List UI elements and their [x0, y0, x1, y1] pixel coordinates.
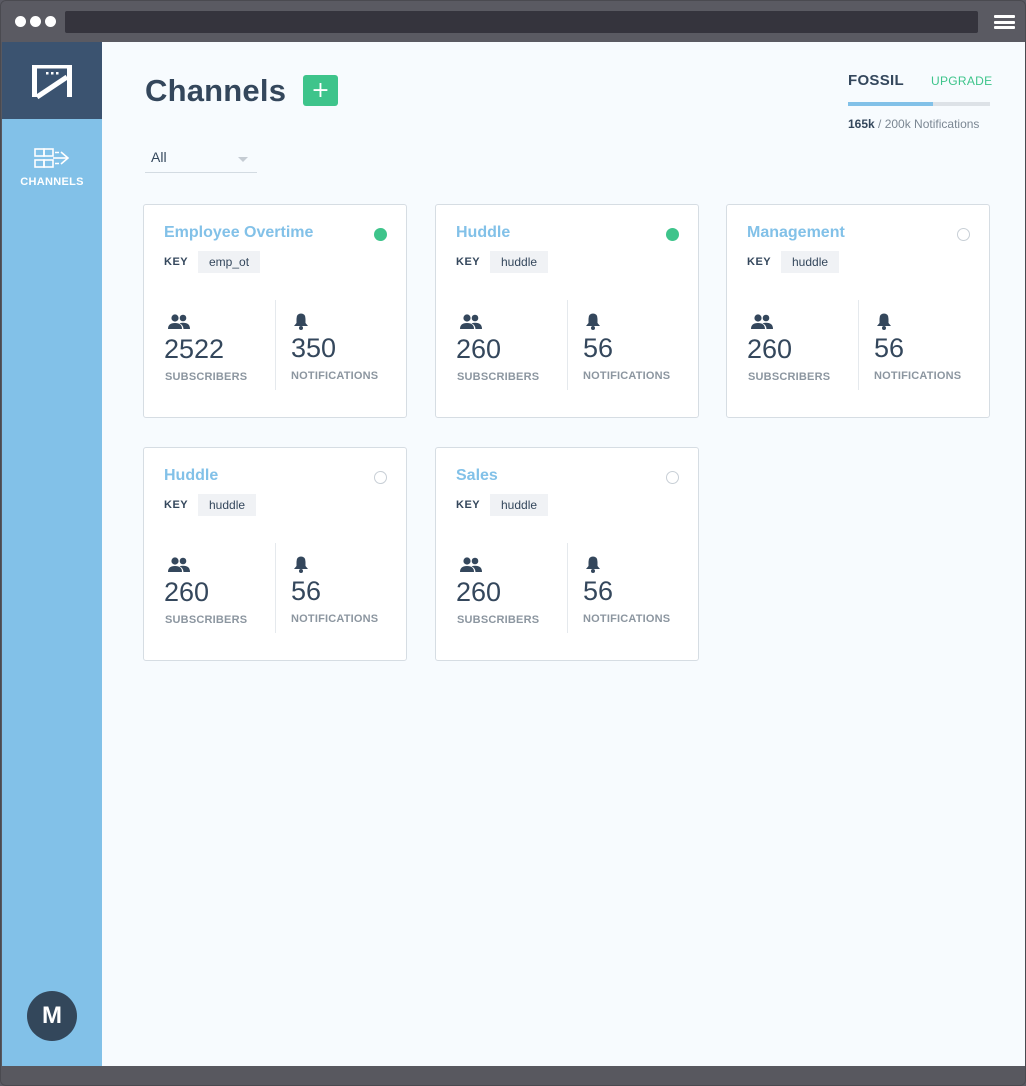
key-label: KEY — [456, 499, 481, 511]
notification-count: 56 — [583, 576, 614, 606]
notifications-label: NOTIFICATIONS — [291, 370, 379, 382]
avatar[interactable]: M — [27, 991, 77, 1041]
notifications-label: NOTIFICATIONS — [874, 370, 962, 382]
channel-name: Huddle — [456, 224, 511, 241]
channel-key: emp_ot — [198, 251, 261, 273]
channel-name: Employee Overtime — [164, 224, 314, 241]
channel-key: huddle — [490, 494, 549, 516]
notification-count: 56 — [291, 576, 322, 606]
stat-divider — [567, 543, 568, 633]
key-label: KEY — [164, 256, 189, 268]
main-content: Channels + FOSSIL UPGRADE 165k / 200k No… — [102, 42, 1025, 1066]
app-logo[interactable] — [2, 42, 102, 119]
bell-icon — [586, 313, 600, 330]
window-dot-icon[interactable] — [15, 16, 26, 27]
subscriber-count: 260 — [747, 334, 793, 364]
stat-divider — [275, 300, 276, 390]
subscriber-count: 260 — [164, 577, 210, 607]
page-title: Channels — [145, 73, 287, 108]
hamburger-menu-icon[interactable] — [994, 15, 1015, 29]
channel-name: Management — [747, 224, 845, 241]
subscribers-icon — [460, 557, 482, 572]
notifications-label: NOTIFICATIONS — [291, 613, 379, 625]
subscribers-label: SUBSCRIBERS — [457, 371, 540, 383]
upgrade-link[interactable]: UPGRADE — [931, 74, 992, 88]
window-controls — [15, 16, 56, 27]
notifications-label: NOTIFICATIONS — [583, 613, 671, 625]
subscribers-icon — [168, 314, 190, 329]
window-dot-icon[interactable] — [30, 16, 41, 27]
logo-icon — [32, 64, 72, 99]
subscribers-label: SUBSCRIBERS — [748, 371, 831, 383]
usage-progress-fill — [848, 102, 934, 106]
subscribers-icon — [460, 314, 482, 329]
key-label: KEY — [456, 256, 481, 268]
bell-icon — [294, 313, 308, 330]
stat-divider — [858, 300, 859, 390]
bell-icon — [877, 313, 891, 330]
notification-count: 56 — [874, 333, 905, 363]
usage-text: 165k / 200k Notifications — [848, 117, 979, 131]
usage-used: 165k — [848, 117, 875, 131]
channel-status-indicator[interactable] — [374, 228, 387, 241]
bell-icon — [294, 556, 308, 573]
channel-key: huddle — [198, 494, 257, 516]
channel-key: huddle — [781, 251, 840, 273]
channel-card[interactable]: Huddle KEY huddle 260 SUBSCRIBERS 56 NOT… — [435, 204, 699, 418]
subscribers-label: SUBSCRIBERS — [457, 614, 540, 626]
usage-progress-bar — [848, 102, 990, 106]
filter-value: All — [151, 149, 167, 165]
key-label: KEY — [164, 499, 189, 511]
browser-titlebar — [1, 1, 1025, 42]
stat-divider — [567, 300, 568, 390]
stat-divider — [275, 543, 276, 633]
add-channel-button[interactable]: + — [303, 75, 338, 106]
channel-status-indicator[interactable] — [957, 228, 970, 241]
subscriber-count: 260 — [456, 334, 502, 364]
bell-icon — [586, 556, 600, 573]
channel-key: huddle — [490, 251, 549, 273]
notification-count: 350 — [291, 333, 337, 363]
notifications-label: NOTIFICATIONS — [583, 370, 671, 382]
subscriber-count: 2522 — [164, 334, 225, 364]
channel-card[interactable]: Sales KEY huddle 260 SUBSCRIBERS 56 NOTI… — [435, 447, 699, 661]
sidebar-item-label: CHANNELS — [20, 176, 84, 188]
sidebar-item-channels[interactable]: CHANNELS — [2, 146, 102, 206]
channel-card[interactable]: Huddle KEY huddle 260 SUBSCRIBERS 56 NOT… — [143, 447, 407, 661]
subscribers-icon — [168, 557, 190, 572]
subscribers-label: SUBSCRIBERS — [165, 371, 248, 383]
browser-window: CHANNELS M Channels + FOSSIL UPGRADE 165… — [0, 0, 1026, 1086]
sidebar: CHANNELS M — [2, 42, 102, 1066]
window-dot-icon[interactable] — [45, 16, 56, 27]
channel-name: Huddle — [164, 467, 219, 484]
key-label: KEY — [747, 256, 772, 268]
plan-name: FOSSIL — [848, 72, 904, 89]
channel-status-indicator[interactable] — [666, 228, 679, 241]
channel-status-indicator[interactable] — [374, 471, 387, 484]
channel-filter-select[interactable]: All — [145, 146, 257, 173]
usage-limit: / 200k Notifications — [874, 117, 980, 131]
chevron-down-icon — [238, 157, 248, 162]
subscribers-label: SUBSCRIBERS — [165, 614, 248, 626]
channel-name: Sales — [456, 467, 498, 484]
address-bar[interactable] — [65, 11, 978, 33]
browser-bottom-bar — [1, 1066, 1025, 1085]
channel-status-indicator[interactable] — [666, 471, 679, 484]
notification-count: 56 — [583, 333, 614, 363]
channels-icon — [34, 148, 70, 168]
channel-card[interactable]: Employee Overtime KEY emp_ot 2522 SUBSCR… — [143, 204, 407, 418]
subscriber-count: 260 — [456, 577, 502, 607]
subscribers-icon — [751, 314, 773, 329]
channel-card[interactable]: Management KEY huddle 260 SUBSCRIBERS 56… — [726, 204, 990, 418]
